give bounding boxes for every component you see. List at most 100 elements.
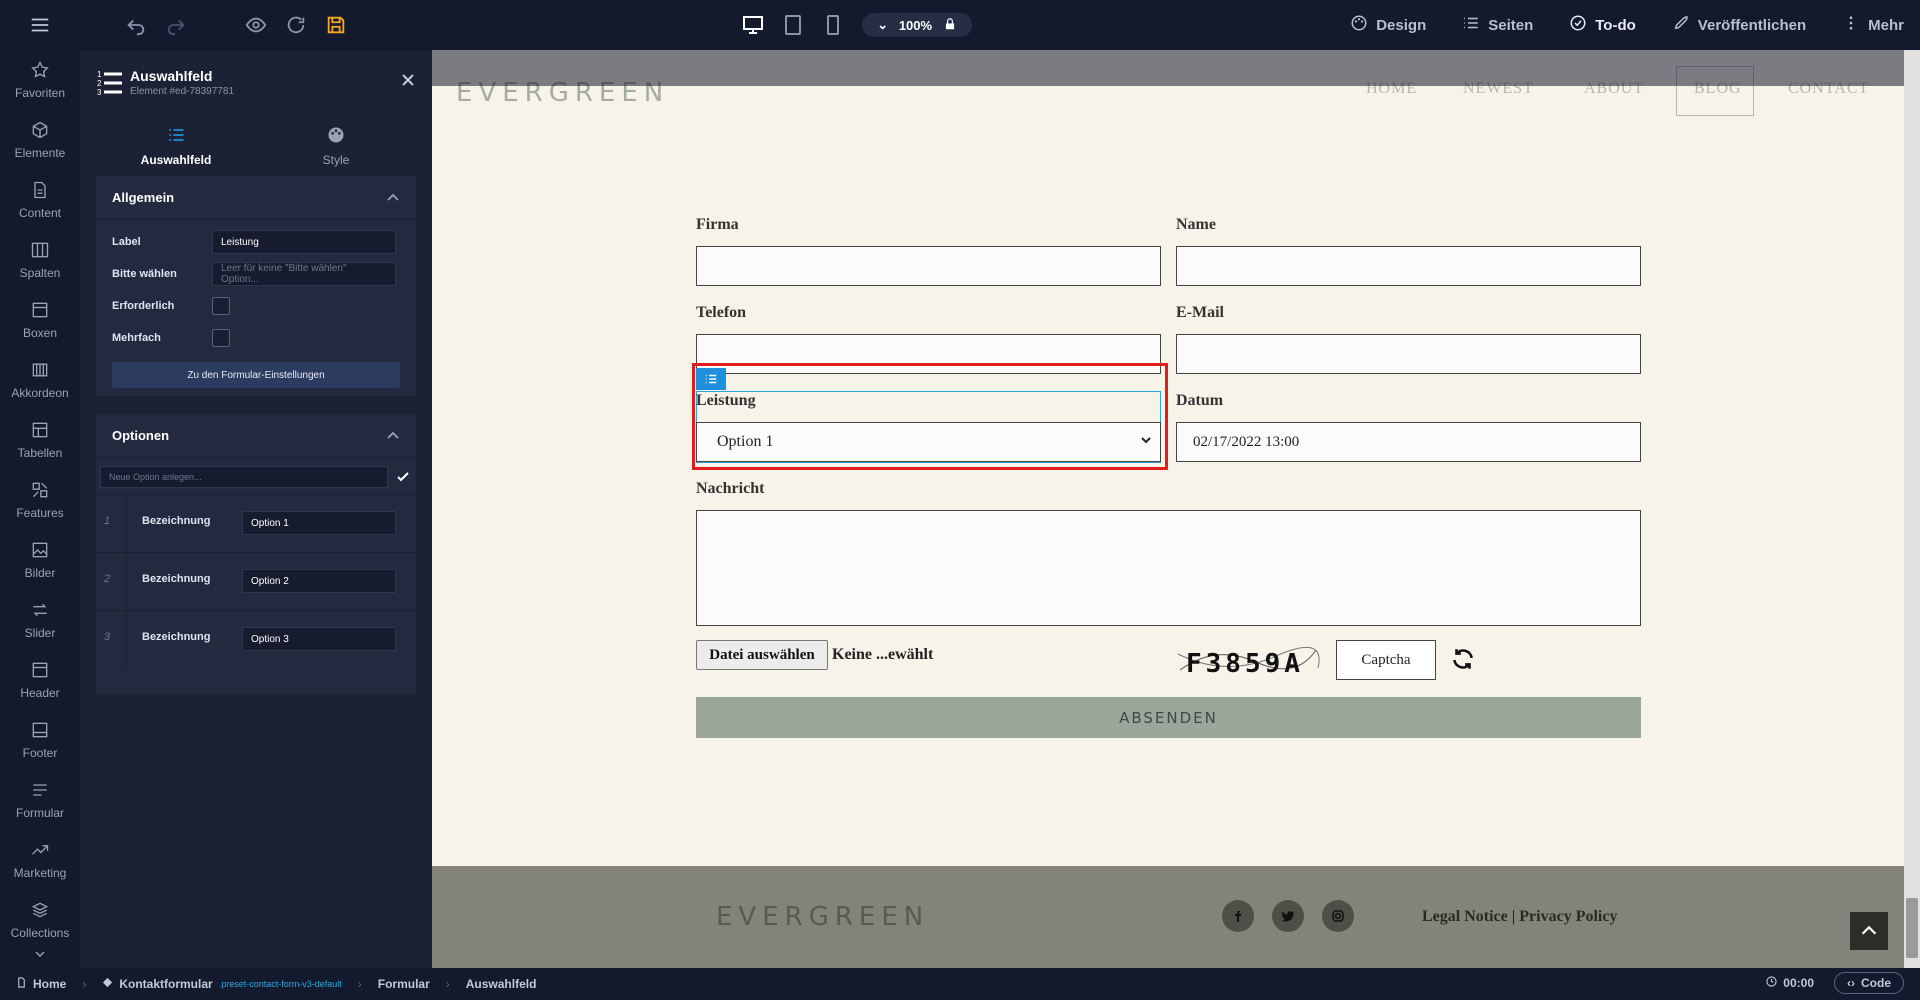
captcha-input[interactable]: Captcha (1336, 640, 1436, 680)
options-section-header[interactable]: Optionen (96, 414, 416, 458)
rail-item-elemente[interactable]: Elemente (0, 110, 80, 170)
breadcrumb-label: Auswahlfeld (465, 977, 537, 991)
close-icon[interactable] (400, 72, 416, 88)
save-icon[interactable] (324, 13, 348, 37)
choose-input[interactable]: Leer für keine "Bitte wählen" Option... (212, 262, 396, 286)
datum-input[interactable]: 02/17/2022 13:00 (1176, 422, 1641, 462)
rail-item-marketing[interactable]: Marketing (0, 830, 80, 890)
rail-label: Collections (10, 926, 70, 940)
firma-label: Firma (696, 216, 739, 233)
rail-item-slider[interactable]: Slider (0, 590, 80, 650)
option-input[interactable]: Option 2 (242, 569, 396, 593)
rail-item-tabellen[interactable]: Tabellen (0, 410, 80, 470)
desktop-view-icon[interactable] (741, 13, 765, 37)
design-label: Design (1376, 16, 1427, 34)
design-button[interactable]: Design (1350, 14, 1426, 36)
rail-item-boxen[interactable]: Boxen (0, 290, 80, 350)
zoom-control[interactable]: ⌄ 100% (862, 13, 972, 37)
option-label: Bezeichnung (142, 573, 211, 585)
option-label: Bezeichnung (142, 631, 211, 643)
instagram-icon[interactable] (1322, 900, 1354, 932)
rail-item-collections[interactable]: Collections (0, 890, 80, 950)
rail-label: Tabellen (17, 446, 63, 460)
element-handle-list-icon[interactable] (696, 368, 726, 390)
code-button[interactable]: ‹› Code (1834, 972, 1904, 994)
rail-label: Elemente (14, 146, 66, 160)
general-section: Allgemein Label Leistung Bitte wählen Le… (96, 176, 416, 396)
checkmark-icon[interactable] (396, 470, 410, 484)
chevron-up-icon (387, 193, 399, 201)
nachricht-textarea[interactable] (696, 510, 1641, 626)
code-label: Code (1861, 976, 1891, 990)
new-option-input[interactable]: Neue Option anlegen... (100, 466, 388, 488)
footer-logo[interactable]: EVERGREEN (716, 902, 929, 932)
page-canvas: EVERGREEN HOME NEWEST ABOUT BLOG CONTACT… (432, 50, 1904, 968)
breadcrumb-home[interactable]: Home (16, 977, 66, 991)
rail-item-features[interactable]: Features (0, 470, 80, 530)
redo-icon[interactable] (164, 13, 188, 37)
numbered-list-icon: 123 (96, 68, 124, 97)
option-input[interactable]: Option 3 (242, 627, 396, 651)
svg-text:3: 3 (97, 88, 102, 96)
submit-button[interactable]: ABSENDEN (696, 697, 1641, 738)
tab-auswahlfeld[interactable]: Auswahlfeld (96, 116, 256, 176)
firma-input[interactable] (696, 246, 1161, 286)
rail-item-favoriten[interactable]: Favoriten (0, 50, 80, 110)
rail-item-footer[interactable]: Footer (0, 710, 80, 770)
chevron-up-icon (387, 431, 399, 439)
rail-item-content[interactable]: Content (0, 170, 80, 230)
rail-label: Marketing (13, 866, 67, 880)
rail-label: Footer (22, 746, 58, 760)
lock-icon[interactable] (943, 17, 957, 34)
scroll-to-top-button[interactable] (1850, 912, 1888, 950)
option-number: 1 (104, 515, 111, 527)
email-input[interactable] (1176, 334, 1641, 374)
option-row: 2 Bezeichnung Option 2 (96, 552, 416, 609)
rail-label: Slider (24, 626, 56, 640)
tab-style[interactable]: Style (256, 116, 416, 176)
pages-button[interactable]: Seiten (1462, 14, 1533, 36)
multiple-label: Mehrfach (112, 332, 161, 344)
name-input[interactable] (1176, 246, 1641, 286)
hamburger-menu-icon[interactable] (28, 13, 52, 37)
option-input[interactable]: Option 1 (242, 511, 396, 535)
refresh-icon[interactable] (284, 13, 308, 37)
label-row: Label Leistung (112, 230, 400, 254)
rail-item-akkordeon[interactable]: Akkordeon (0, 350, 80, 410)
undo-icon[interactable] (124, 13, 148, 37)
required-checkbox[interactable] (212, 297, 230, 315)
label-input[interactable]: Leistung (212, 230, 396, 254)
rail-item-header[interactable]: Header (0, 650, 80, 710)
more-button[interactable]: Mehr (1842, 14, 1904, 36)
canvas-scrollbar-thumb[interactable] (1906, 898, 1918, 958)
mobile-view-icon[interactable] (821, 13, 845, 37)
rail-item-spalten[interactable]: Spalten (0, 230, 80, 290)
todo-button[interactable]: To-do (1569, 14, 1636, 36)
preview-eye-icon[interactable] (244, 13, 268, 37)
publish-button[interactable]: Veröffentlichen (1672, 14, 1806, 36)
footer-legal-links[interactable]: Legal Notice | Privacy Policy (1422, 908, 1617, 926)
slider-icon (33, 603, 47, 617)
breadcrumb-auswahlfeld[interactable]: Auswahlfeld (466, 977, 537, 991)
captcha-refresh-icon[interactable] (1450, 646, 1476, 672)
rail-item-bilder[interactable]: Bilder (0, 530, 80, 590)
list-icon (1462, 14, 1480, 36)
choose-field-label: Bitte wählen (112, 268, 177, 280)
table-icon (32, 422, 48, 438)
breadcrumb-kontaktformular[interactable]: Kontaktformular .preset-contact-form-v3-… (102, 977, 342, 991)
form-settings-button[interactable]: Zu den Formular-Einstellungen (112, 362, 400, 388)
general-section-header[interactable]: Allgemein (96, 176, 416, 220)
document-icon (34, 181, 46, 199)
tablet-view-icon[interactable] (781, 13, 805, 37)
canvas-scrollbar[interactable] (1904, 50, 1920, 968)
rail-scroll-down-icon[interactable] (32, 946, 48, 962)
rail-item-formular[interactable]: Formular (0, 770, 80, 830)
multiple-checkbox[interactable] (212, 329, 230, 347)
palette-icon (328, 127, 344, 143)
multiple-row: Mehrfach (112, 326, 400, 350)
timer[interactable]: 00:00 (1766, 976, 1814, 990)
breadcrumb-formular[interactable]: Formular (378, 977, 430, 991)
twitter-icon[interactable] (1272, 900, 1304, 932)
facebook-icon[interactable] (1222, 900, 1254, 932)
file-upload-button[interactable]: Datei auswählen (696, 640, 828, 670)
